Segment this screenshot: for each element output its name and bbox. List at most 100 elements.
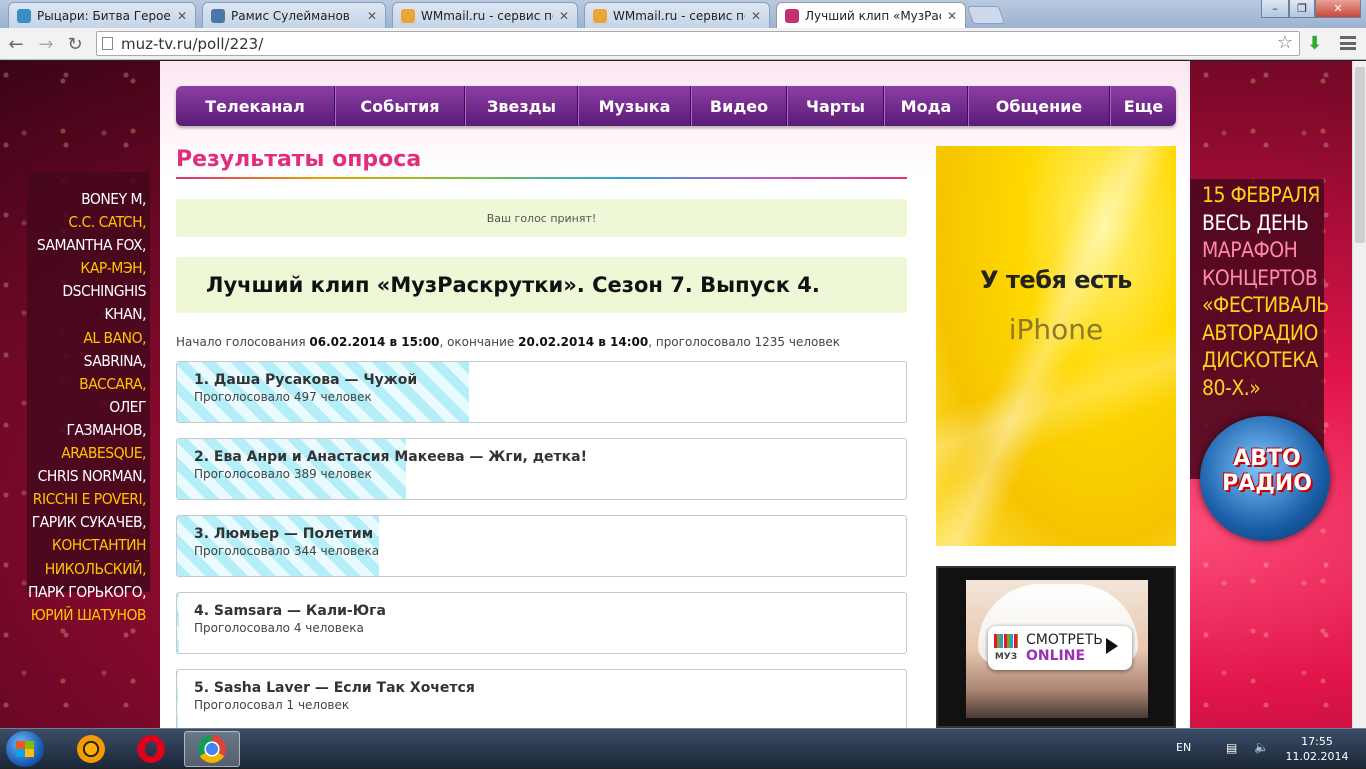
nav-item[interactable]: Чарты	[787, 86, 884, 126]
tab-label: Лучший клип «МузРаскр	[805, 8, 941, 23]
browser-tab[interactable]: WMmail.ru - сервис почт ✕	[584, 2, 770, 28]
watch-online-button[interactable]: МУЗ СМОТРЕТЬ ONLINE	[988, 626, 1132, 670]
poll-option: 2. Ева Анри и Анастасия Макеева — Жги, д…	[176, 438, 907, 500]
reload-icon[interactable]: ↻	[64, 33, 86, 55]
banner-line: ARABESQUE,	[61, 444, 146, 463]
iphone-ad[interactable]: У тебя есть iPhone	[936, 146, 1176, 546]
page-scrollbar[interactable]	[1352, 61, 1366, 728]
aimp-icon	[77, 735, 105, 763]
meta-mid: , окончание	[439, 335, 515, 349]
back-arrow-icon[interactable]: ←	[5, 33, 27, 55]
maximize-button[interactable]: ❐	[1289, 0, 1315, 18]
new-tab-button[interactable]	[966, 6, 1006, 24]
url-text: muz-tv.ru/poll/223/	[121, 34, 264, 53]
tab-close-icon[interactable]: ✕	[947, 9, 957, 23]
main-content: Телеканал События Звезды Музыка Видео Чарты Мо…	[160, 61, 1190, 728]
banner-line: КОНЦЕРТОВ	[1202, 265, 1318, 290]
tab-close-icon[interactable]: ✕	[177, 9, 187, 23]
page-title: Результаты опроса	[176, 147, 422, 172]
start-button[interactable]	[6, 731, 44, 767]
tab-close-icon[interactable]: ✕	[751, 9, 761, 23]
banner-line: DSCHINGHIS KHAN,	[62, 282, 146, 324]
nav-item[interactable]: Мода	[884, 86, 968, 126]
autoradio-logo-line2: РАДИО	[1222, 471, 1312, 496]
play-icon	[1106, 638, 1118, 654]
menu-icon[interactable]	[1340, 36, 1356, 50]
minimize-button[interactable]: –	[1261, 0, 1289, 18]
option-title: 3. Люмьер — Полетим	[194, 526, 374, 542]
vote-bar	[177, 593, 179, 653]
close-window-button[interactable]: ✕	[1315, 0, 1361, 18]
banner-line: АВТОРАДИО	[1202, 320, 1318, 345]
volume-icon[interactable]: 🔈	[1254, 740, 1269, 754]
browser-toolbar: ← → ↻ muz-tv.ru/poll/223/ ☆ ⬇	[0, 28, 1366, 60]
left-promo-banner[interactable]: BONEY M, C.C. CATCH, SAMANTHA FOX, КАР-МЭН,…	[27, 172, 150, 624]
banner-line: BONEY M,	[81, 190, 146, 208]
poll-option: 4. Samsara — Кали-Юга Проголосовало 4 чел…	[176, 592, 907, 654]
network-icon[interactable]: ▤	[1226, 741, 1237, 755]
browser-tab[interactable]: Рыцари: Битва Героев ✕	[8, 2, 196, 28]
clock[interactable]: 17:55 11.02.2014	[1282, 734, 1352, 764]
banner-line: CHRIS NORMAN,	[37, 467, 147, 486]
poll-meta: Начало голосования 06.02.2014 в 15:00, о…	[176, 335, 840, 349]
browser-tabstrip: Рыцари: Битва Героев ✕ Рамис Сулейманов ✕ WM…	[0, 0, 1366, 28]
banner-line: 15 ФЕВРАЛЯ	[1202, 183, 1320, 207]
tab-close-icon[interactable]: ✕	[367, 9, 377, 23]
poll-option: 1. Даша Русакова — Чужой Проголосовало 49…	[176, 361, 907, 423]
clock-time: 17:55	[1301, 735, 1333, 748]
nav-item[interactable]: Музыка	[578, 86, 691, 126]
option-votes: Проголосовало 389 человек	[194, 467, 372, 481]
page-icon	[102, 37, 113, 50]
windows-taskbar: EN ▤ 🔈 17:55 11.02.2014	[0, 728, 1366, 768]
tab-favicon-icon	[593, 8, 607, 23]
banner-line: SAMANTHA FOX,	[36, 236, 147, 255]
tab-label: WMmail.ru - сервис почт	[613, 8, 745, 23]
tab-favicon-icon	[785, 8, 799, 23]
browser-tab[interactable]: WMmail.ru - сервис почт ✕	[392, 2, 578, 28]
clock-date: 11.02.2014	[1285, 750, 1349, 763]
iphone-ad-line1: У тебя есть	[980, 266, 1132, 294]
banner-line: RICCHI E POVERI,	[32, 490, 147, 509]
nav-item[interactable]: Звезды	[465, 86, 578, 126]
title-underline	[176, 177, 907, 179]
autoradio-logo[interactable]: АВТО РАДИО	[1200, 416, 1330, 541]
language-indicator[interactable]: EN	[1176, 741, 1191, 754]
banner-line: 80-Х.»	[1202, 375, 1261, 400]
banner-line: BACCARA,	[79, 374, 146, 393]
address-bar[interactable]: muz-tv.ru/poll/223/ ☆	[96, 31, 1300, 56]
aimp-taskbar-button[interactable]	[63, 731, 119, 767]
chrome-taskbar-button[interactable]	[184, 731, 240, 767]
scrollbar-thumb[interactable]	[1355, 67, 1365, 243]
tab-favicon-icon	[17, 8, 31, 23]
forward-arrow-icon[interactable]: →	[35, 33, 57, 55]
option-title: 2. Ева Анри и Анастасия Макеева — Жги, д…	[194, 449, 587, 465]
web-page: BONEY M, C.C. CATCH, SAMANTHA FOX, КАР-МЭН,…	[0, 61, 1366, 728]
tab-close-icon[interactable]: ✕	[559, 9, 569, 23]
tab-label: Рыцари: Битва Героев	[37, 8, 171, 23]
banner-line: «ФЕСТИВАЛЬ	[1202, 293, 1329, 317]
meta-prefix: Начало голосования	[176, 335, 306, 349]
muz-online-ad[interactable]: МУЗ СМОТРЕТЬ ONLINE	[936, 566, 1176, 728]
banner-line: AL BANO,	[83, 328, 146, 347]
opera-taskbar-button[interactable]	[123, 731, 179, 767]
download-icon[interactable]: ⬇	[1307, 33, 1322, 54]
watch-label: СМОТРЕТЬ	[1026, 632, 1103, 648]
poll-option: 5. Sasha Laver — Если Так Хочется Проголо…	[176, 669, 907, 728]
vote-accepted-notice: Ваш голос принят!	[176, 199, 907, 237]
bookmark-star-icon[interactable]: ☆	[1277, 32, 1293, 53]
option-votes: Проголосовало 497 человек	[194, 390, 372, 404]
nav-item[interactable]: Еще	[1110, 86, 1176, 126]
browser-tab[interactable]: Лучший клип «МузРаскр ✕	[776, 2, 966, 28]
tab-label: Рамис Сулейманов	[231, 8, 350, 23]
nav-item[interactable]: Телеканал	[176, 86, 335, 126]
banner-line: КОНСТАНТИН	[51, 536, 147, 555]
browser-tab[interactable]: Рамис Сулейманов ✕	[202, 2, 386, 28]
option-votes: Проголосовало 344 человека	[194, 544, 380, 558]
banner-line: C.C. CATCH,	[68, 213, 146, 232]
nav-item[interactable]: Общение	[968, 86, 1110, 126]
option-votes: Проголосовало 4 человека	[194, 621, 364, 635]
banner-line: КАР-МЭН,	[80, 259, 146, 278]
nav-item[interactable]: События	[335, 86, 465, 126]
nav-item[interactable]: Видео	[691, 86, 787, 126]
option-title: 4. Samsara — Кали-Юга	[194, 603, 386, 619]
